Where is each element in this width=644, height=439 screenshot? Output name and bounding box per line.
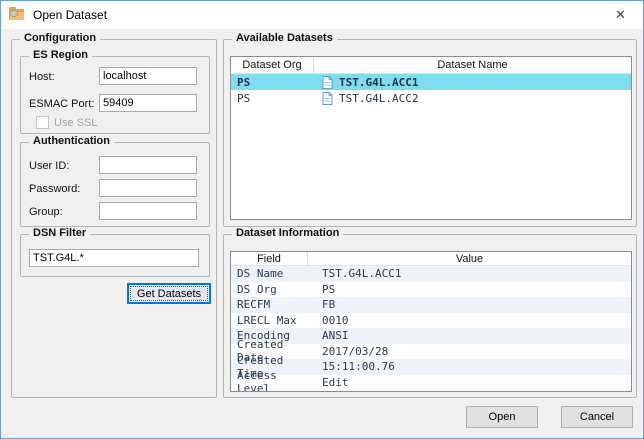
info-field-cell: Access Level — [231, 369, 308, 392]
info-value-cell: TST.G4L.ACC1 — [308, 267, 631, 280]
use-ssl-label: Use SSL — [54, 117, 97, 129]
document-icon — [322, 92, 333, 105]
get-datasets-button[interactable]: Get Datasets — [127, 283, 211, 304]
authentication-group: Authentication User ID: Password: Group: — [20, 142, 210, 227]
es-region-label: ES Region — [29, 49, 92, 61]
open-button[interactable]: Open — [466, 406, 538, 428]
dataset-org-cell: PS — [231, 92, 314, 105]
info-field-cell: LRECL Max — [231, 314, 308, 327]
dataset-name-text: TST.G4L.ACC2 — [339, 92, 418, 105]
info-value-cell: Edit — [308, 376, 631, 389]
group-label: Group: — [29, 206, 63, 218]
available-datasets-rows: PS TST.G4L.ACC1 PS TST.G4L.ACC2 — [231, 74, 631, 106]
info-field-cell: DS Org — [231, 283, 308, 296]
open-dataset-dialog: Open Dataset ✕ Configuration ES Region H… — [0, 0, 644, 439]
document-icon — [322, 76, 333, 89]
host-input[interactable] — [99, 67, 197, 85]
dataset-name-text: TST.G4L.ACC1 — [339, 76, 418, 89]
column-header-field[interactable]: Field — [231, 252, 308, 265]
configuration-group: Configuration ES Region Host: ESMAC Port… — [11, 39, 217, 398]
dataset-folder-icon — [9, 7, 25, 23]
use-ssl-checkbox[interactable] — [36, 116, 49, 129]
cancel-button[interactable]: Cancel — [561, 406, 633, 428]
dsn-filter-group: DSN Filter — [20, 234, 210, 277]
available-datasets-group: Available Datasets Dataset Org Dataset N… — [223, 39, 637, 227]
dataset-information-list: Field Value DS NameTST.G4L.ACC1DS OrgPSR… — [230, 251, 632, 392]
info-row: LRECL Max0010 — [231, 313, 631, 329]
dataset-row[interactable]: PS TST.G4L.ACC1 — [231, 74, 631, 90]
esmac-port-input[interactable] — [99, 94, 197, 112]
info-value-cell: 2017/03/28 — [308, 345, 631, 358]
user-id-label: User ID: — [29, 160, 69, 172]
window-title: Open Dataset — [33, 8, 107, 22]
info-value-cell: FB — [308, 298, 631, 311]
group-input[interactable] — [99, 202, 197, 220]
dataset-information-header: Field Value — [231, 252, 631, 266]
dsn-filter-input[interactable] — [29, 249, 199, 267]
column-header-dataset-name[interactable]: Dataset Name — [314, 57, 631, 73]
info-value-cell: 0010 — [308, 314, 631, 327]
info-value-cell: ANSI — [308, 329, 631, 342]
dataset-org-cell: PS — [231, 76, 314, 89]
info-field-cell: DS Name — [231, 267, 308, 280]
info-value-cell: 15:11:00.76 — [308, 360, 631, 373]
esmac-port-label: ESMAC Port: — [29, 98, 94, 110]
available-datasets-list: Dataset Org Dataset Name PSTST.G4L.ACC1P… — [230, 56, 632, 220]
dsn-filter-label: DSN Filter — [29, 227, 90, 239]
host-label: Host: — [29, 71, 55, 83]
info-row: RECFMFB — [231, 297, 631, 313]
info-value-cell: PS — [308, 283, 631, 296]
user-id-input[interactable] — [99, 156, 197, 174]
title-bar[interactable]: Open Dataset ✕ — [1, 1, 643, 29]
dataset-information-label: Dataset Information — [232, 227, 343, 239]
available-datasets-label: Available Datasets — [232, 32, 337, 44]
dataset-name-cell: TST.G4L.ACC2 — [314, 92, 631, 105]
close-icon[interactable]: ✕ — [598, 1, 643, 29]
authentication-label: Authentication — [29, 135, 114, 147]
info-row: DS NameTST.G4L.ACC1 — [231, 266, 631, 282]
info-row: Access LevelEdit — [231, 375, 631, 391]
configuration-label: Configuration — [20, 32, 100, 44]
column-header-value[interactable]: Value — [308, 252, 631, 265]
dataset-information-rows: DS NameTST.G4L.ACC1DS OrgPSRECFMFBLRECL … — [231, 266, 631, 390]
password-label: Password: — [29, 183, 80, 195]
column-header-dataset-org[interactable]: Dataset Org — [231, 57, 314, 73]
dataset-information-group: Dataset Information Field Value DS NameT… — [223, 234, 637, 398]
info-row: DS OrgPS — [231, 282, 631, 298]
use-ssl-checkbox-row: Use SSL — [36, 116, 97, 129]
dataset-row[interactable]: PS TST.G4L.ACC2 — [231, 90, 631, 106]
password-input[interactable] — [99, 179, 197, 197]
info-field-cell: RECFM — [231, 298, 308, 311]
dataset-name-cell: TST.G4L.ACC1 — [314, 76, 631, 89]
es-region-group: ES Region Host: ESMAC Port: Use SSL — [20, 56, 210, 134]
available-datasets-header: Dataset Org Dataset Name — [231, 57, 631, 74]
